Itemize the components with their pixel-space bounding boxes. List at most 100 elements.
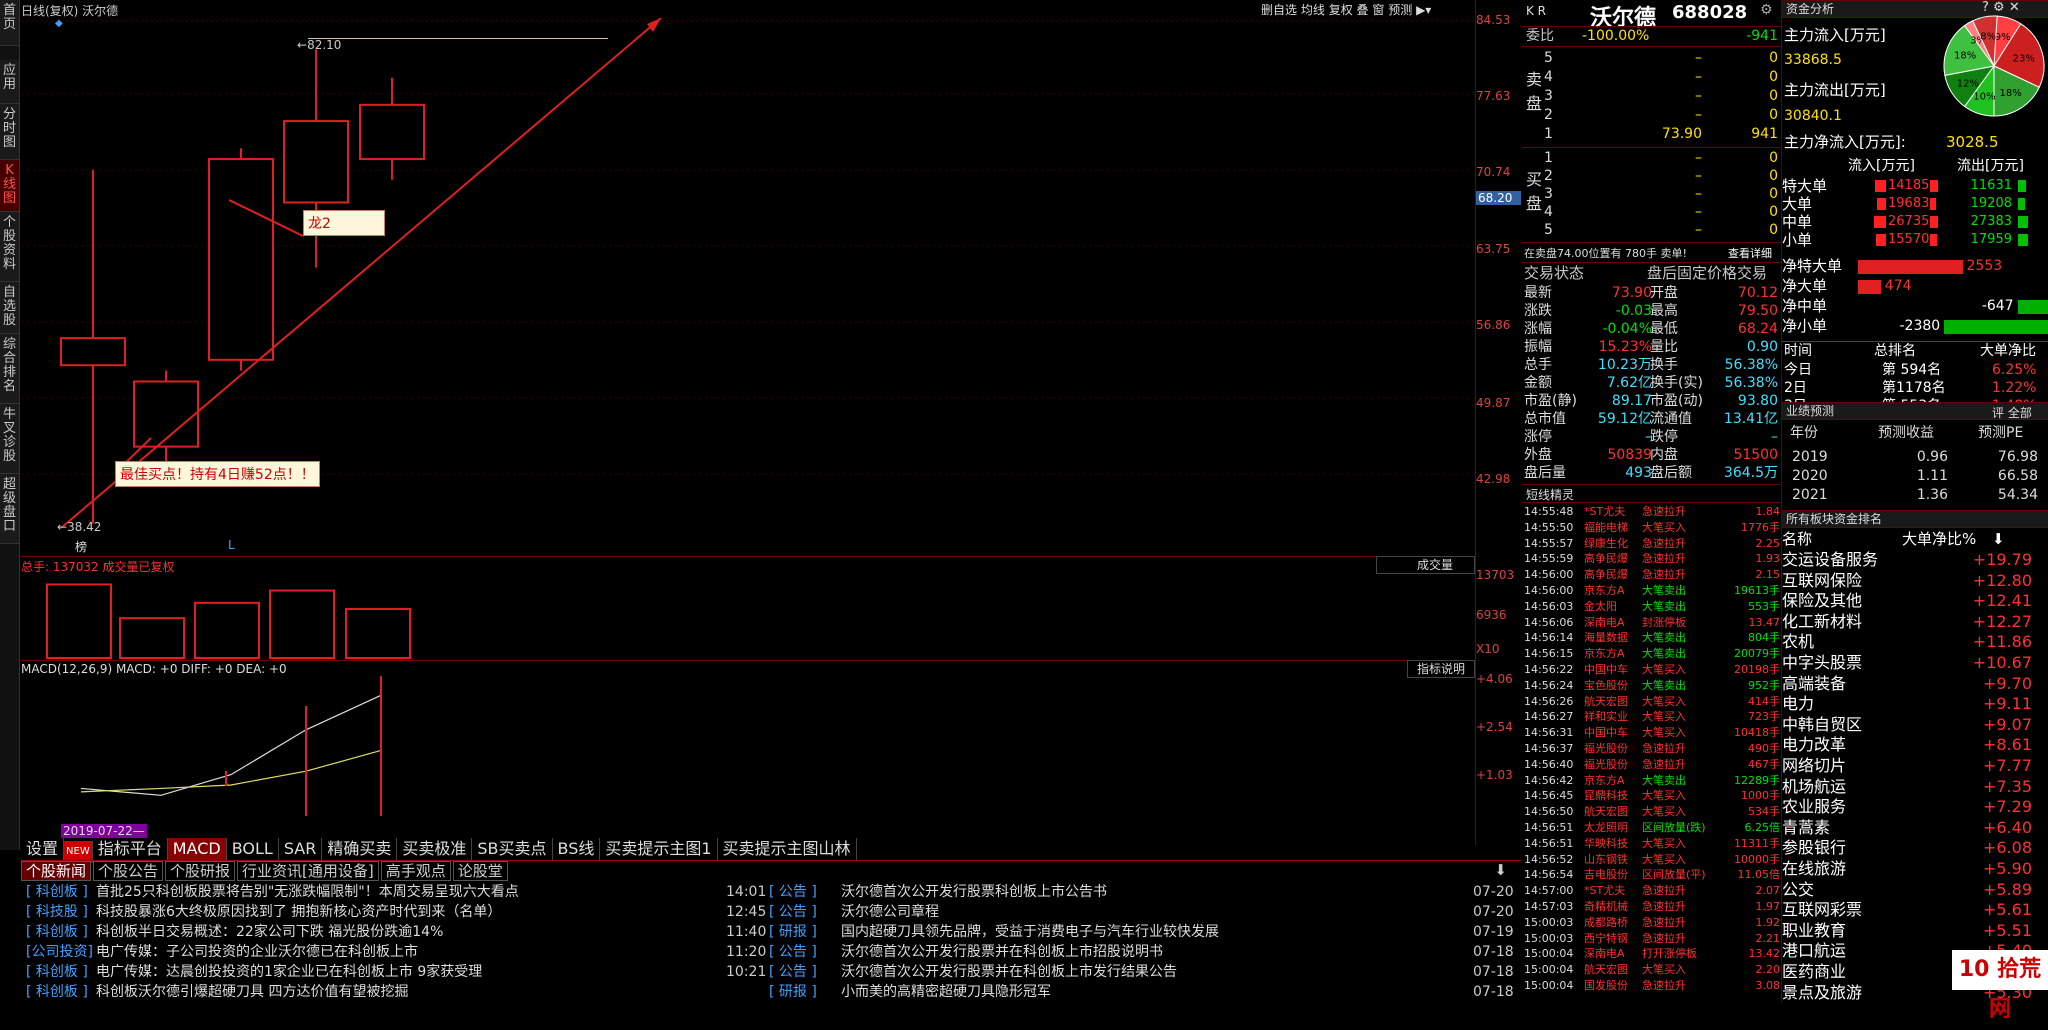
- tick-row[interactable]: 14:56:00京东方A大笔卖出19613手: [1522, 583, 1782, 599]
- tab-experts[interactable]: 高手观点: [381, 861, 451, 881]
- tab-precise[interactable]: 精确买卖: [322, 838, 397, 860]
- news-title[interactable]: 首批25只科创板股票将告别"无涨跌幅限制"！本周交易呈现六大看点: [96, 882, 519, 902]
- tab-bs-line[interactable]: BS线: [553, 838, 601, 860]
- sector-row[interactable]: 青蒿素+6.40: [1782, 819, 2048, 837]
- tab-indicator-platform[interactable]: 指标平台: [93, 838, 168, 860]
- toolbar-adjust[interactable]: 复权: [1329, 3, 1353, 17]
- tick-row[interactable]: 14:56:15京东方A大笔卖出20079手: [1522, 646, 1782, 662]
- bid-row[interactable]: 5–0: [1522, 221, 1782, 239]
- news-title[interactable]: 科创板半日交易概述：22家公司下跌 福光股份跌逾14%: [96, 922, 443, 942]
- tick-row[interactable]: 14:56:03金太阳大笔卖出553手: [1522, 599, 1782, 615]
- ask-row[interactable]: 3–0: [1522, 87, 1782, 105]
- news-title2[interactable]: 国内超硬刀具领先品牌，受益于消费电子与汽车行业较快发展: [841, 922, 1219, 942]
- sector-row[interactable]: 电力+9.11: [1782, 695, 2048, 713]
- sidebar-tab-orderbook[interactable]: 超级盘口: [0, 474, 19, 544]
- sidebar-tab-intraday[interactable]: 分时图: [0, 104, 19, 160]
- tick-row[interactable]: 14:56:14海量数据大笔卖出804手: [1522, 630, 1782, 646]
- bid-row[interactable]: 2–0: [1522, 167, 1782, 185]
- tick-row[interactable]: 14:55:48*ST尤夫急速拉升1.84: [1522, 504, 1782, 520]
- tick-row[interactable]: 14:56:42京东方A大笔卖出12289手: [1522, 773, 1782, 789]
- toolbar-overlay[interactable]: 叠: [1357, 3, 1369, 17]
- sector-row[interactable]: 农机+11.86: [1782, 633, 2048, 651]
- sector-row[interactable]: 农业服务+7.29: [1782, 798, 2048, 816]
- tick-row[interactable]: 15:00:03成都路桥急速拉升1.92: [1522, 915, 1782, 931]
- toolbar-remove-watch[interactable]: 删自选: [1261, 3, 1297, 17]
- tab-research[interactable]: 个股研报: [165, 861, 235, 881]
- tick-row[interactable]: 14:57:00*ST尤夫急速拉升2.07: [1522, 883, 1782, 899]
- bid-row[interactable]: 4–0: [1522, 203, 1782, 221]
- bid-row[interactable]: 3–0: [1522, 185, 1782, 203]
- sector-row[interactable]: 保险及其他+12.41: [1782, 592, 2048, 610]
- settings-icon[interactable]: ⚙: [1993, 0, 2005, 15]
- sector-row[interactable]: 互联网彩票+5.61: [1782, 901, 2048, 919]
- tick-row[interactable]: 15:00:04国发股份急速拉升3.08: [1522, 978, 1782, 994]
- close-icon[interactable]: ✕: [2009, 0, 2020, 15]
- sidebar-tab-apps[interactable]: 应用: [0, 60, 19, 104]
- news-title2[interactable]: 沃尔德首次公开发行股票科创板上市公告书: [841, 882, 1107, 902]
- tick-row[interactable]: 14:56:50航天宏图大笔买入534手: [1522, 804, 1782, 820]
- tick-row[interactable]: 15:00:04深南电A打开涨停板13.42: [1522, 946, 1782, 962]
- sidebar-tab-home[interactable]: 首页: [0, 0, 19, 46]
- ask-row[interactable]: 4–0: [1522, 68, 1782, 86]
- news-title2[interactable]: 小而美的高精密超硬刀具隐形冠军: [841, 982, 1051, 1002]
- sector-row[interactable]: 高端装备+9.70: [1782, 675, 2048, 693]
- toolbar-forecast[interactable]: 预测: [1388, 3, 1412, 17]
- tab-forum[interactable]: 论股堂: [453, 861, 508, 881]
- sidebar-tab-kline[interactable]: K线图: [0, 160, 19, 212]
- tick-row[interactable]: 14:56:22中国中车大笔买入20198手: [1522, 662, 1782, 678]
- tick-row[interactable]: 15:00:04航天宏图大笔买入2.20: [1522, 962, 1782, 978]
- sector-row[interactable]: 中字头股票+10.67: [1782, 654, 2048, 672]
- news-title[interactable]: 电广传媒：达晨创投投资的1家企业已在科创板上市 9家获受理: [96, 962, 482, 982]
- tick-row[interactable]: 14:56:37福光股份急速拉升490手: [1522, 741, 1782, 757]
- news-row[interactable]: [ 科技股 ]科技股暴涨6大终极原因找到了 拥抱新核心资产时代到来（名单）12:…: [21, 902, 1521, 922]
- sidebar-tab-ranking[interactable]: 综合排名: [0, 334, 19, 404]
- sector-row[interactable]: 中韩自贸区+9.07: [1782, 716, 2048, 734]
- news-row[interactable]: [公司投资]电广传媒：子公司投资的企业沃尔德已在科创板上市11:20[ 公告 ]…: [21, 942, 1521, 962]
- tick-row[interactable]: 14:56:31中国中车大笔买入10418手: [1522, 725, 1782, 741]
- toolbar-ma[interactable]: 均线: [1301, 3, 1325, 17]
- tab-bs-accurate[interactable]: 买卖极准: [397, 838, 472, 860]
- sector-row[interactable]: 交运设备服务+19.79: [1782, 551, 2048, 569]
- tick-row[interactable]: 14:56:40福光股份急速拉升467手: [1522, 757, 1782, 773]
- ask-row[interactable]: 173.90941: [1522, 125, 1782, 143]
- news-row[interactable]: [ 科创板 ]科创板沃尔德引爆超硬刀具 四方达价值有望被挖掘[ 研报 ]小而美的…: [21, 982, 1521, 1002]
- news-row[interactable]: [ 科创板 ]首批25只科创板股票将告别"无涨跌幅限制"！本周交易呈现六大看点1…: [21, 882, 1521, 902]
- sidebar-tab-watchlist[interactable]: 自选股: [0, 282, 19, 334]
- tick-row[interactable]: 14:56:27祥和实业大笔买入723手: [1522, 709, 1782, 725]
- tab-sar[interactable]: SAR: [279, 838, 323, 860]
- news-title[interactable]: 电广传媒：子公司投资的企业沃尔德已在科创板上市: [96, 942, 418, 962]
- news-title[interactable]: 科技股暴涨6大终极原因找到了 拥抱新核心资产时代到来（名单）: [96, 902, 501, 922]
- sidebar-tab-diagnosis[interactable]: 牛叉诊股: [0, 404, 19, 474]
- tab-industry[interactable]: 行业资讯[通用设备]: [237, 861, 379, 881]
- sector-row[interactable]: 网络切片+7.77: [1782, 757, 2048, 775]
- tick-row[interactable]: 14:56:06深南电A封涨停板13.47: [1522, 615, 1782, 631]
- sector-row[interactable]: 机场航运+7.35: [1782, 778, 2048, 796]
- sidebar-tab-profile[interactable]: 个股资料: [0, 212, 19, 282]
- toolbar-window[interactable]: 窗: [1372, 3, 1384, 17]
- tick-row[interactable]: 14:55:59高争民爆急速拉升1.93: [1522, 551, 1782, 567]
- tick-row[interactable]: 14:56:24宝色股份大笔卖出952手: [1522, 678, 1782, 694]
- tab-hint-shanlin[interactable]: 买卖提示主图山林: [718, 838, 857, 860]
- tick-row[interactable]: 14:56:26航天宏图大笔买入414手: [1522, 694, 1782, 710]
- tick-row[interactable]: 14:56:51太龙照明区间放量(跌)6.25倍: [1522, 820, 1782, 836]
- gear-icon[interactable]: ⚙: [1760, 2, 1773, 18]
- news-title2[interactable]: 沃尔德公司章程: [841, 902, 939, 922]
- tick-row[interactable]: 14:55:57绿康生化急速拉升2.25: [1522, 536, 1782, 552]
- tick-row[interactable]: 14:57:03奇精机械急速拉升1.97: [1522, 899, 1782, 915]
- tick-row[interactable]: 14:56:45昆鼎科技大笔买入1000手: [1522, 788, 1782, 804]
- tick-row[interactable]: 15:00:03西宁特钢急速拉升2.21: [1522, 931, 1782, 947]
- toolbar-menu-icon[interactable]: ▶▾: [1416, 3, 1431, 17]
- ask-row[interactable]: 2–0: [1522, 106, 1782, 124]
- news-title[interactable]: 科创板沃尔德引爆超硬刀具 四方达价值有望被挖掘: [96, 982, 408, 1002]
- sector-row[interactable]: 化工新材料+12.27: [1782, 613, 2048, 631]
- sector-row[interactable]: 互联网保险+12.80: [1782, 572, 2048, 590]
- tick-row[interactable]: 14:56:00高争民爆急速拉升2.15: [1522, 567, 1782, 583]
- sector-row[interactable]: 在线旅游+5.90: [1782, 860, 2048, 878]
- sector-row[interactable]: 电力改革+8.61: [1782, 736, 2048, 754]
- tab-settings[interactable]: 设置: [21, 838, 64, 860]
- bid-row[interactable]: 1–0: [1522, 149, 1782, 167]
- forecast-links[interactable]: 评 全部: [1992, 404, 2032, 421]
- news-title2[interactable]: 沃尔德首次公开发行股票并在科创板上市发行结果公告: [841, 962, 1177, 982]
- tick-row[interactable]: 14:56:54吉电股份区间放量(平)11.05倍: [1522, 867, 1782, 883]
- tick-row[interactable]: 14:55:50福能电梯大笔买入1776手: [1522, 520, 1782, 536]
